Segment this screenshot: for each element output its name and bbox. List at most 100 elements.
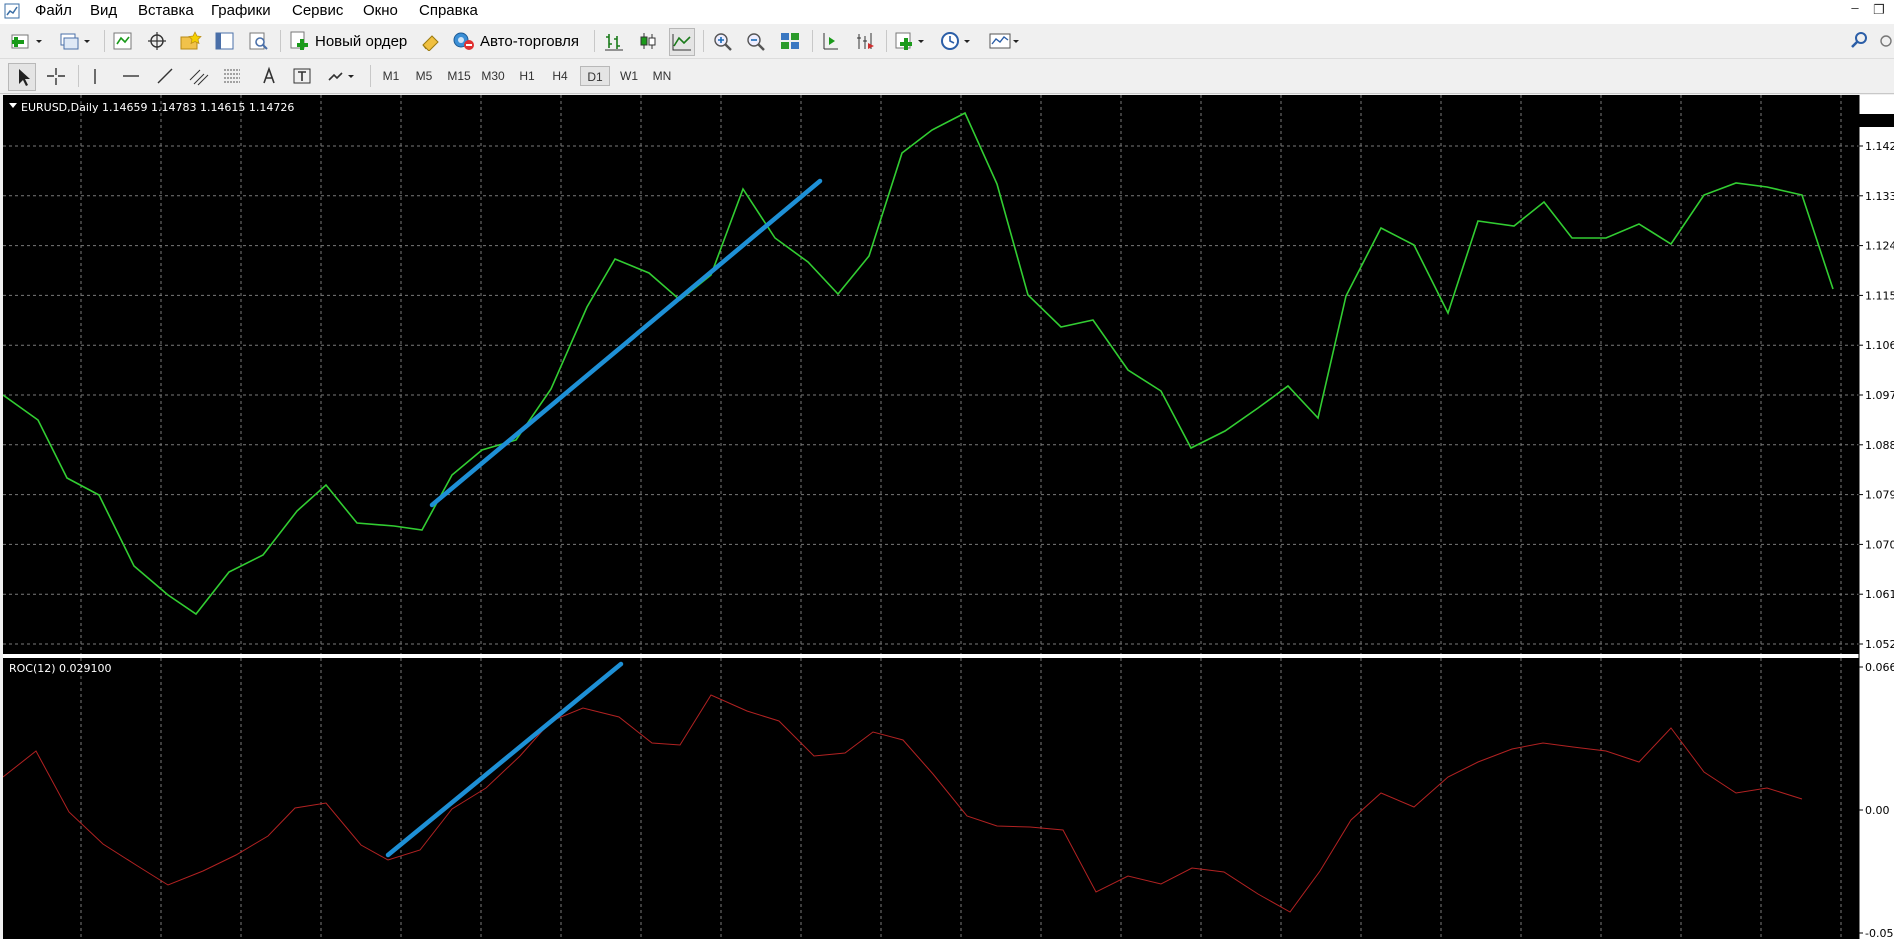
tile-windows-icon [781,33,799,49]
line-chart-button[interactable] [669,28,695,56]
metaeditor-button[interactable] [420,29,442,53]
timeframe-h1[interactable]: H1 [514,66,540,86]
chart-header: EURUSD,Daily 1.14659 1.14783 1.14615 1.1… [9,101,294,114]
fibonacci-icon [224,69,240,83]
timeframe-m5[interactable]: M5 [411,66,437,86]
horizontal-line-icon [123,75,139,77]
timeframe-d1[interactable]: D1 [580,66,610,86]
magnifier-doc-icon [249,32,268,50]
restore-button[interactable]: ❐ [1868,2,1890,20]
candlestick-button[interactable] [637,29,659,53]
timeframe-m15[interactable]: M15 [444,66,474,86]
line-studies-toolbar: M1 M5 M15 M30 H1 H4 D1 W1 MN [0,59,1894,94]
standard-toolbar: Новый ордер Авто-торговля [0,24,1894,59]
text-button[interactable] [261,64,277,88]
trendline-button[interactable] [155,64,175,88]
star-folder-icon [180,31,202,50]
zoom-in-button[interactable] [712,29,734,53]
trendline-icon [157,68,173,84]
strategy-tester-button[interactable] [248,29,270,53]
zoom-out-button[interactable] [745,29,767,53]
editor-icon [422,35,439,51]
menu-tools[interactable]: Сервис [292,2,343,19]
market-watch-button[interactable] [112,29,134,53]
indicator-panel[interactable] [3,658,1859,939]
arrows-icon [328,72,354,81]
zoom-out-icon [747,33,765,51]
terminal-button[interactable] [214,29,236,53]
profiles-button[interactable] [58,29,92,53]
autotrading-label: Авто-торговля [480,32,580,50]
price-tick-label: 1.097 [1865,389,1894,402]
indicators-icon [895,32,924,50]
vertical-line-icon [94,69,96,84]
arrows-button[interactable] [326,64,358,88]
templates-button[interactable] [988,29,1022,53]
auto-scroll-icon [857,33,874,49]
candlestick-icon [640,33,656,49]
community-icon [1880,35,1892,47]
search-icon [1851,32,1867,48]
price-tick-label: 1.115 [1865,289,1894,302]
app-icon [4,3,20,19]
price-tick-label: 1.052 [1865,638,1894,651]
price-tick-label: 1.061 [1865,588,1894,601]
timeframe-h4[interactable]: H4 [547,66,573,86]
new-chart-icon [11,34,42,49]
menu-help[interactable]: Справка [419,2,478,19]
horizontal-line-button[interactable] [121,64,141,88]
timeframe-mn[interactable]: MN [647,66,677,86]
roc-tick-label: 0.00 [1865,804,1890,817]
new-order-label: Новый ордер [315,32,408,50]
chart-shift-icon [823,33,838,50]
bar-chart-button[interactable] [603,29,625,53]
new-order-button[interactable]: Новый ордер [289,29,407,53]
data-window-button[interactable] [146,29,168,53]
crosshair-button[interactable] [45,64,67,88]
price-tick-label: 1.079 [1865,489,1894,502]
community-button[interactable] [1878,29,1894,53]
menu-file[interactable]: Файл [35,2,72,19]
templates-icon [989,33,1019,49]
menu-charts[interactable]: Графики [211,2,271,19]
price-tick-label: 1.147 [1865,115,1894,128]
price-tick-label: 1.106 [1865,339,1894,352]
new-order-icon [290,31,308,50]
vertical-line-button[interactable] [87,64,103,88]
clock-icon [941,32,970,50]
menu-window[interactable]: Окно [363,2,398,19]
text-label-icon [293,68,311,84]
periods-button[interactable] [940,29,974,53]
menu-insert[interactable]: Вставка [138,2,194,19]
panel-separator [3,654,1859,658]
bar-chart-icon [605,34,623,51]
autotrading-icon [453,32,474,50]
fibonacci-button[interactable] [222,64,244,88]
indicators-button[interactable] [894,29,928,53]
channel-button[interactable] [188,64,210,88]
search-button[interactable] [1850,29,1870,53]
menu-view[interactable]: Вид [90,2,117,19]
chart-shift-button[interactable] [820,29,842,53]
price-tick-label: 1.133 [1865,190,1894,203]
new-chart-button[interactable] [10,29,44,53]
symbol-header: EURUSD,Daily 1.14659 1.14783 1.14615 1.1… [21,101,294,114]
indicator-header: ROC(12) 0.029100 [9,662,112,675]
price-tick-label: 1.142 [1865,140,1894,153]
autotrading-button[interactable]: Авто-торговля [452,29,579,53]
price-tick-label: 1.070 [1865,538,1894,551]
price-tick-label: 1.088 [1865,439,1894,452]
cursor-button[interactable] [8,63,36,91]
auto-scroll-button[interactable] [854,29,876,53]
timeframe-m30[interactable]: M30 [478,66,508,86]
text-label-button[interactable] [292,64,312,88]
tile-windows-button[interactable] [779,29,801,53]
navigator-button[interactable] [179,29,203,53]
minimize-button[interactable]: – [1844,0,1866,18]
timeframe-m1[interactable]: M1 [378,66,404,86]
profiles-icon [60,33,90,50]
timeframe-w1[interactable]: W1 [615,66,643,86]
chart-window[interactable]: 1.147 1.142 1.133 1.124 1.115 1.106 1.097 1.088… [3,95,1894,939]
price-panel[interactable] [3,95,1859,654]
chart-canvas[interactable]: 1.147 1.142 1.133 1.124 1.115 1.106 1.097 1.088… [3,95,1894,939]
